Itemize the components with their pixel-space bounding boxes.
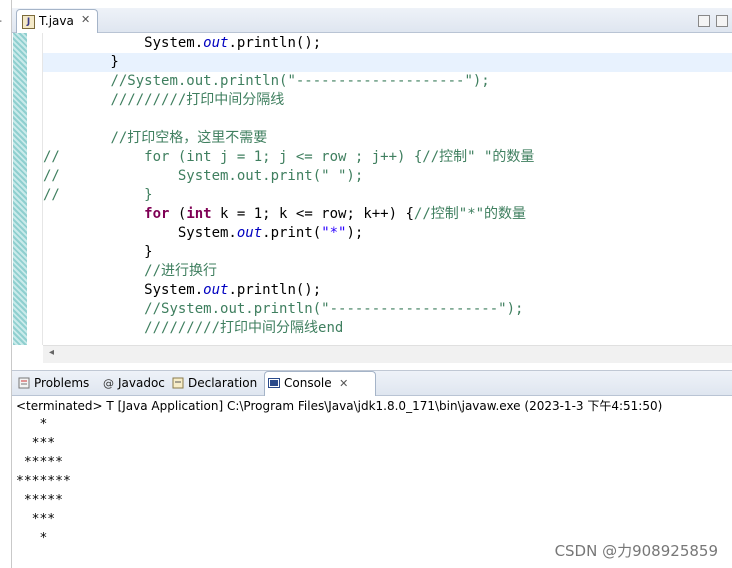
code-token: int <box>186 206 212 222</box>
editor-tab-t-java[interactable]: J T.java ✕ <box>16 9 98 33</box>
code-token: //控制"*"的数量 <box>413 206 527 222</box>
tab-declaration[interactable]: Declaration <box>172 373 257 393</box>
java-file-icon: J <box>22 15 35 29</box>
code-token: } <box>43 54 119 70</box>
javadoc-icon: @ <box>102 375 114 390</box>
code-token: System. <box>144 35 204 51</box>
code-token: ); <box>346 225 364 241</box>
code-token: //System.out.println("------------------… <box>110 73 490 89</box>
tab-javadoc[interactable]: @ Javadoc <box>102 373 165 393</box>
code-line[interactable]: //System.out.println("------------------… <box>43 72 732 91</box>
output-line: * <box>16 531 48 546</box>
scroll-left-icon[interactable]: ◂ <box>49 347 54 358</box>
code-line[interactable]: // } <box>43 186 732 205</box>
line-gutter <box>27 33 43 345</box>
editor-window-controls <box>692 12 728 31</box>
code-line[interactable]: // for (int j = 1; j <= row ; j++) {//控制… <box>43 148 732 167</box>
tab-label: Javadoc <box>118 376 165 390</box>
code-line[interactable]: for (int k = 1; k <= row; k++) {//控制"*"的… <box>43 205 732 224</box>
svg-text:@: @ <box>103 377 114 389</box>
code-line[interactable]: // System.out.print(" "); <box>43 167 732 186</box>
code-line[interactable]: System.out.println(); <box>43 281 732 300</box>
code-token: System. <box>43 282 204 298</box>
code-token: out <box>236 225 263 241</box>
overview-ruler <box>13 33 27 345</box>
close-tab-icon[interactable]: ✕ <box>336 377 348 390</box>
code-token: "*" <box>321 225 347 241</box>
code-line[interactable]: } <box>43 53 732 72</box>
horizontal-scrollbar[interactable]: ◂ <box>43 345 732 363</box>
code-token: // } <box>43 187 153 203</box>
code-token: // System.out.print(" "); <box>43 168 364 184</box>
code-token: .println(); <box>228 282 322 298</box>
code-line[interactable]: System.out.print("*"); <box>43 224 732 243</box>
code-token: for <box>144 206 170 222</box>
declaration-icon <box>172 375 184 389</box>
code-token: .print( <box>262 225 322 241</box>
editor-tab-bar: J T.java ✕ <box>12 8 732 33</box>
code-token: out <box>203 35 229 51</box>
code-token: .println(); <box>228 35 322 51</box>
code-line[interactable] <box>43 110 732 129</box>
code-token: //进行换行 <box>144 263 218 279</box>
maximize-icon[interactable] <box>716 15 728 27</box>
output-line: ******* <box>16 474 71 489</box>
code-token: } <box>43 244 153 260</box>
minimize-icon[interactable] <box>698 15 710 27</box>
code-token: out <box>203 282 229 298</box>
code-line[interactable]: //System.out.println("------------------… <box>43 300 732 319</box>
code-line[interactable]: System.out.println(); <box>43 34 732 53</box>
tab-problems[interactable]: Problems <box>18 373 89 393</box>
collapsed-panel-marker: - <box>0 14 2 27</box>
problems-icon <box>18 375 30 389</box>
output-line: * <box>16 417 48 432</box>
tab-label: Console <box>284 376 332 390</box>
editor-tab-label: T.java <box>39 14 74 28</box>
code-token: /////////打印中间分隔线 <box>110 92 285 108</box>
code-token: //System.out.println("------------------… <box>144 301 524 317</box>
outer-left-panel: - <box>0 0 12 568</box>
output-line: *** <box>16 436 56 451</box>
console-output: * *** ***** ******* ***** *** * <box>16 415 71 548</box>
tab-label: Declaration <box>188 376 258 390</box>
watermark: CSDN @力908925859 <box>554 542 718 560</box>
output-line: ***** <box>16 455 63 470</box>
code-token: // for (int j = 1; j <= row ; j++) {//控制… <box>43 149 535 165</box>
console-icon <box>268 375 280 388</box>
code-token: /////////打印中间分隔线end <box>144 320 344 336</box>
output-line: *** <box>16 512 56 527</box>
code-line[interactable]: //打印空格，这里不需要 <box>43 129 732 148</box>
tab-label: Problems <box>34 376 90 390</box>
code-line[interactable]: } <box>43 243 732 262</box>
code-token: k = 1; k <= row; k++) { <box>211 206 414 222</box>
code-line[interactable]: /////////打印中间分隔线end <box>43 319 732 338</box>
code-token: ( <box>169 206 187 222</box>
console-tab-bar: Problems @ Javadoc Declaration Console ✕ <box>12 370 732 396</box>
console-status: <terminated> T [Java Application] C:\Pro… <box>16 399 663 413</box>
code-line[interactable]: /////////打印中间分隔线 <box>43 91 732 110</box>
tab-console[interactable]: Console ✕ <box>268 373 348 393</box>
code-token: //打印空格，这里不需要 <box>110 130 268 146</box>
code-line[interactable]: //进行换行 <box>43 262 732 281</box>
code-token: System. <box>43 225 237 241</box>
code-editor[interactable]: System.out.println(); } //System.out.pri… <box>43 33 732 345</box>
output-line: ***** <box>16 493 63 508</box>
close-tab-icon[interactable]: ✕ <box>81 13 90 26</box>
